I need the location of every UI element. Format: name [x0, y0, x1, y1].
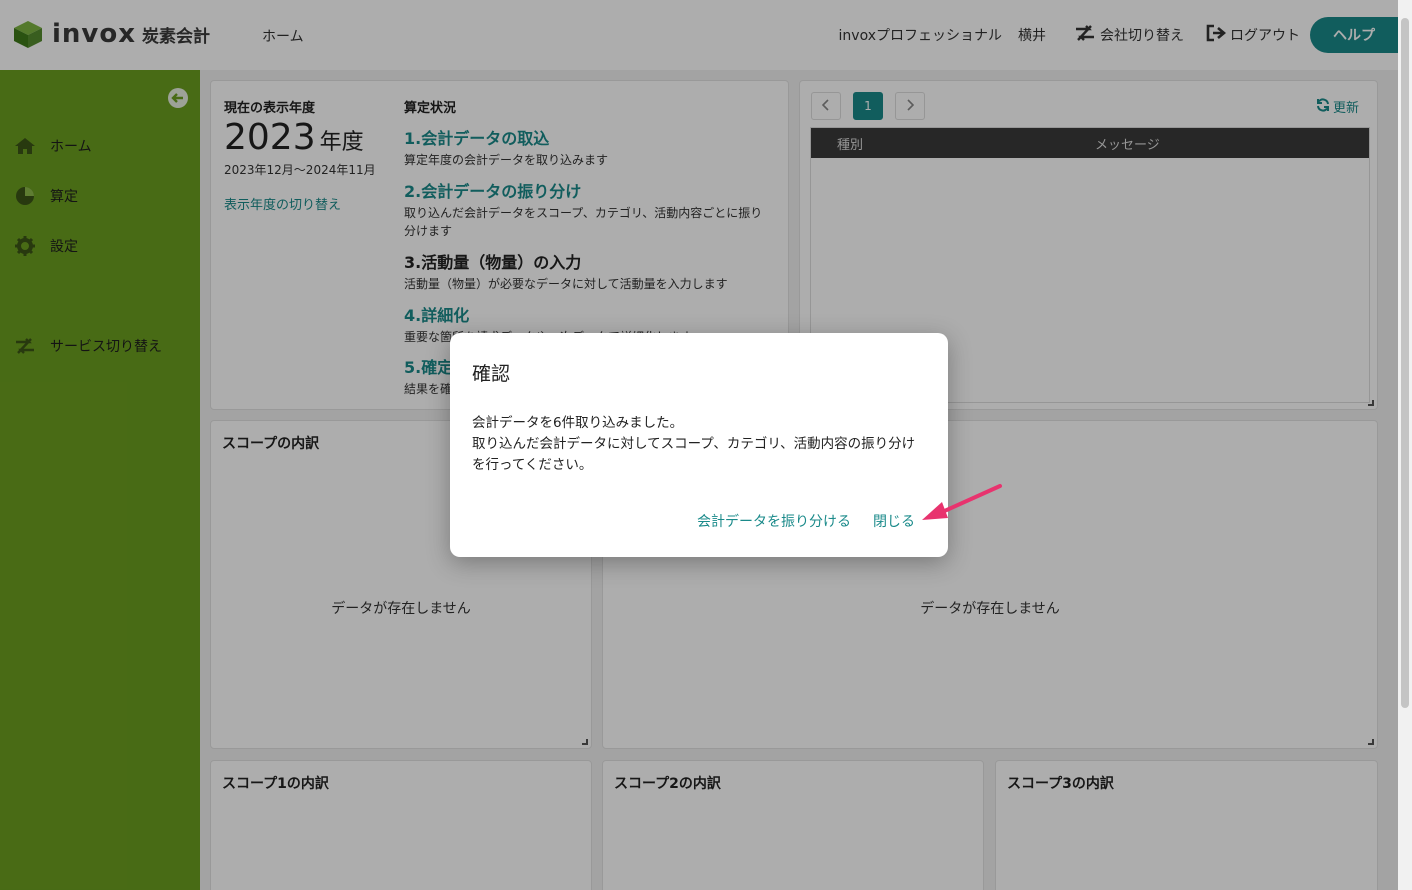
- close-button[interactable]: 閉じる: [873, 511, 915, 531]
- dialog-title: 確認: [472, 363, 511, 385]
- scrollbar-thumb[interactable]: [1401, 18, 1409, 708]
- confirm-dialog: 確認 会計データを6件取り込みました。 取り込んだ会計データに対してスコープ、カ…: [450, 333, 948, 557]
- dialog-message-line: 会計データを6件取り込みました。: [472, 415, 684, 431]
- page-scrollbar[interactable]: [1398, 0, 1412, 890]
- annotation-arrow-icon: [918, 480, 1004, 528]
- assign-data-button[interactable]: 会計データを振り分ける: [697, 511, 851, 531]
- dialog-message-line: 取り込んだ会計データに対してスコープ、カテゴリ、活動内容の振り分けを行ってくださ…: [472, 436, 916, 473]
- dialog-message: 会計データを6件取り込みました。 取り込んだ会計データに対してスコープ、カテゴリ…: [472, 413, 928, 476]
